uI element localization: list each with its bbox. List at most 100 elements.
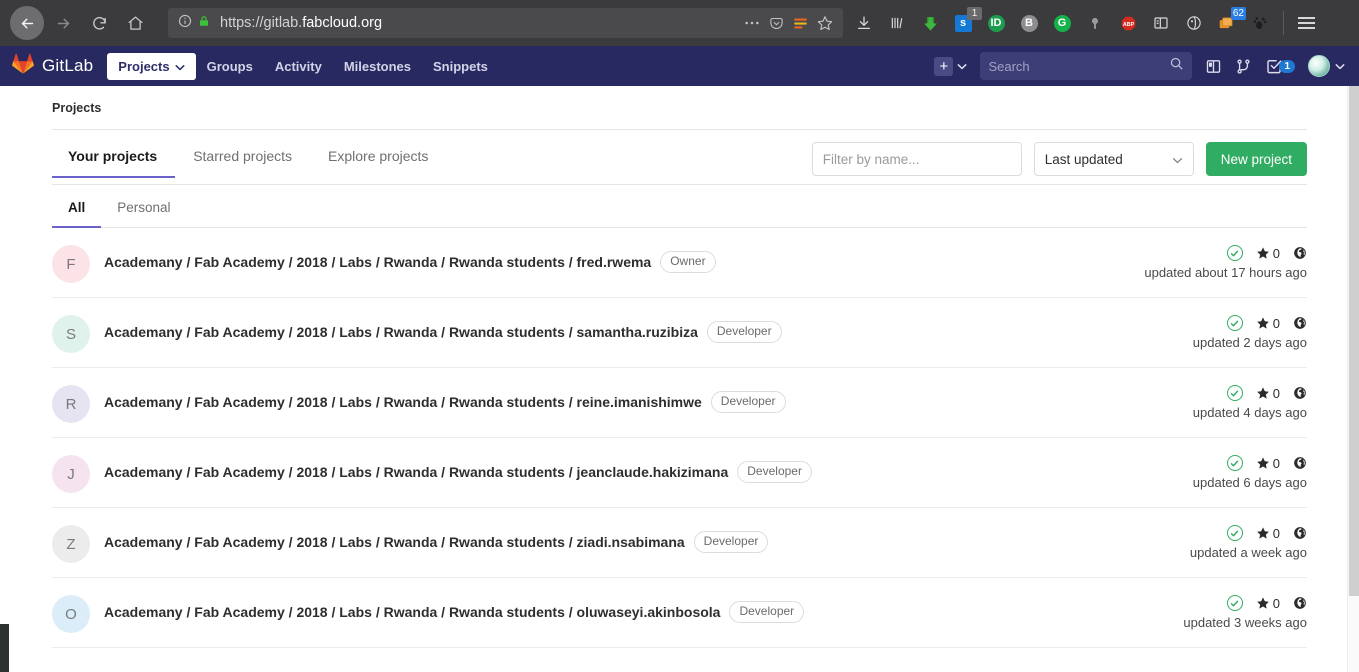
project-list: F Academany / Fab Academy / 2018 / Labs …	[52, 228, 1307, 648]
evernote-webclipper-icon[interactable]: s 1	[952, 12, 974, 34]
page-info-icon[interactable]	[178, 14, 192, 33]
tab-your-projects[interactable]: Your projects	[52, 142, 175, 178]
project-name-link[interactable]: Academany / Fab Academy / 2018 / Labs / …	[104, 324, 698, 340]
tab-manager-badge: 62	[1231, 7, 1246, 20]
project-name-link[interactable]: Academany / Fab Academy / 2018 / Labs / …	[104, 254, 651, 270]
library-icon[interactable]	[886, 12, 908, 34]
hamburger-menu-icon[interactable]	[1292, 17, 1321, 29]
access-level-badge: Developer	[711, 391, 786, 413]
table-row[interactable]: R Academany / Fab Academy / 2018 / Labs …	[52, 368, 1307, 438]
new-project-button[interactable]: New project	[1206, 142, 1307, 176]
nav-item-groups-label: Groups	[207, 59, 253, 74]
pocket-icon[interactable]	[769, 16, 784, 31]
star-icon	[1256, 526, 1270, 540]
project-name-link[interactable]: Academany / Fab Academy / 2018 / Labs / …	[104, 464, 728, 480]
project-main: Academany / Fab Academy / 2018 / Labs / …	[90, 454, 812, 483]
bitwarden-icon[interactable]: B	[1018, 12, 1040, 34]
reload-button[interactable]	[82, 6, 116, 40]
bookmark-star-icon[interactable]	[817, 15, 833, 31]
nav-item-snippets-label: Snippets	[433, 59, 488, 74]
star-count-value: 0	[1273, 246, 1280, 261]
url-bar[interactable]: https://gitlab.fabcloud.org	[168, 8, 843, 38]
merge-request-icon[interactable]	[1235, 58, 1252, 75]
nav-item-activity-label: Activity	[275, 59, 322, 74]
ci-status-passed-icon[interactable]	[1227, 315, 1243, 331]
downloads-icon[interactable]	[853, 12, 875, 34]
scrollbar-thumb[interactable]	[1349, 86, 1359, 596]
todos-icon[interactable]: 1	[1265, 57, 1295, 75]
visibility-public-icon	[1293, 386, 1307, 400]
star-count[interactable]: 0	[1256, 316, 1280, 331]
projects-toolbar: Last updated New project	[812, 142, 1307, 184]
lastpass-icon[interactable]	[1084, 12, 1106, 34]
tab-manager-icon[interactable]: 62	[1216, 12, 1238, 34]
nav-item-activity[interactable]: Activity	[264, 53, 333, 80]
page-scrollbar[interactable]	[1347, 86, 1359, 672]
star-count[interactable]: 0	[1256, 456, 1280, 471]
star-count[interactable]: 0	[1256, 246, 1280, 261]
home-button[interactable]	[118, 6, 152, 40]
grammarly-icon[interactable]: G	[1051, 12, 1073, 34]
table-row[interactable]: O Academany / Fab Academy / 2018 / Labs …	[52, 578, 1307, 648]
nav-item-milestones[interactable]: Milestones	[333, 53, 422, 80]
access-level-badge: Developer	[737, 461, 812, 483]
gnome-extension-icon[interactable]	[1249, 12, 1271, 34]
project-main: Academany / Fab Academy / 2018 / Labs / …	[90, 384, 786, 413]
issues-board-icon[interactable]	[1205, 58, 1222, 75]
project-main: Academany / Fab Academy / 2018 / Labs / …	[90, 314, 782, 343]
ci-status-passed-icon[interactable]	[1227, 525, 1243, 541]
ci-status-passed-icon[interactable]	[1227, 595, 1243, 611]
url-text[interactable]: https://gitlab.fabcloud.org	[216, 15, 744, 31]
adblock-plus-icon[interactable]: ABP	[1117, 12, 1139, 34]
star-count[interactable]: 0	[1256, 386, 1280, 401]
star-count[interactable]: 0	[1256, 526, 1280, 541]
chevron-down-icon	[957, 57, 967, 75]
chevron-down-icon	[175, 59, 185, 74]
forward-button[interactable]	[46, 6, 80, 40]
ci-status-passed-icon[interactable]	[1227, 245, 1243, 261]
subtab-personal[interactable]: Personal	[101, 195, 186, 228]
project-name-link[interactable]: Academany / Fab Academy / 2018 / Labs / …	[104, 534, 685, 550]
back-button[interactable]	[10, 6, 44, 40]
filter-by-name-input[interactable]	[812, 142, 1022, 176]
ellipsis-icon[interactable]	[744, 20, 760, 26]
table-row[interactable]: S Academany / Fab Academy / 2018 / Labs …	[52, 298, 1307, 368]
sidebar-toggle-icon[interactable]	[1150, 12, 1172, 34]
global-search[interactable]	[980, 52, 1192, 80]
site-identity-box[interactable]	[174, 14, 216, 33]
table-row[interactable]: F Academany / Fab Academy / 2018 / Labs …	[52, 228, 1307, 298]
project-avatar: S	[52, 315, 90, 353]
ci-status-passed-icon[interactable]	[1227, 455, 1243, 471]
new-dropdown-button[interactable]: +	[934, 57, 967, 76]
project-name-link[interactable]: Academany / Fab Academy / 2018 / Labs / …	[104, 394, 702, 410]
video-downloadhelper-icon[interactable]	[919, 12, 941, 34]
project-meta-icons: 0	[1227, 455, 1307, 471]
nav-item-projects[interactable]: Projects	[107, 53, 195, 80]
search-icon[interactable]	[1169, 56, 1184, 76]
nav-item-groups[interactable]: Groups	[196, 53, 264, 80]
star-icon	[1256, 386, 1270, 400]
table-row[interactable]: J Academany / Fab Academy / 2018 / Labs …	[52, 438, 1307, 508]
user-menu[interactable]	[1308, 55, 1345, 77]
privacy-badger-icon[interactable]	[1183, 12, 1205, 34]
lock-icon[interactable]	[198, 14, 210, 33]
tab-starred-projects-label: Starred projects	[193, 148, 292, 164]
tab-starred-projects[interactable]: Starred projects	[175, 142, 310, 178]
sort-dropdown-value: Last updated	[1045, 152, 1123, 167]
star-count[interactable]: 0	[1256, 596, 1280, 611]
project-name-link[interactable]: Academany / Fab Academy / 2018 / Labs / …	[104, 604, 720, 620]
subtab-all[interactable]: All	[52, 195, 101, 228]
todos-count-badge: 1	[1279, 60, 1295, 73]
pushbullet-icon[interactable]: ID	[985, 12, 1007, 34]
project-meta: 0 updated a week ago	[1190, 524, 1307, 560]
reader-view-icon[interactable]	[793, 17, 808, 30]
search-input[interactable]	[988, 59, 1169, 74]
nav-item-snippets[interactable]: Snippets	[422, 53, 499, 80]
gitlab-brand[interactable]: GitLab	[12, 53, 93, 79]
sort-dropdown[interactable]: Last updated	[1034, 142, 1194, 176]
tab-explore-projects[interactable]: Explore projects	[310, 142, 446, 178]
ci-status-passed-icon[interactable]	[1227, 385, 1243, 401]
table-row[interactable]: Z Academany / Fab Academy / 2018 / Labs …	[52, 508, 1307, 578]
breadcrumb: Projects	[52, 86, 1307, 130]
plus-icon: +	[934, 57, 953, 76]
